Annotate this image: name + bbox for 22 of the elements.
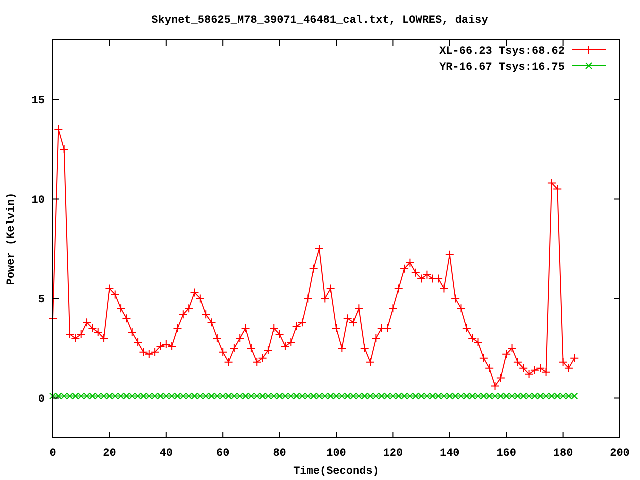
tick-label: 180 bbox=[553, 448, 574, 460]
tick-label: 20 bbox=[103, 448, 116, 460]
tick-label: 80 bbox=[273, 448, 286, 460]
tick-label: 0 bbox=[50, 448, 56, 460]
axis-label: Power (Kelvin) bbox=[6, 192, 18, 286]
tick-label: 0 bbox=[38, 394, 45, 406]
tick-label: 200 bbox=[610, 448, 630, 460]
tick-label: 10 bbox=[32, 195, 45, 208]
tick-label: 140 bbox=[440, 448, 460, 460]
tick-label: 160 bbox=[496, 448, 516, 460]
legend-label: YR-16.67 Tsys:16.75 bbox=[440, 62, 565, 74]
tick-label: 120 bbox=[383, 448, 404, 460]
tick-label: 5 bbox=[38, 294, 45, 307]
legend-line-sample bbox=[572, 46, 606, 54]
chart-title: Skynet_58625_M78_39071_46481_cal.txt, LOWRES, daisy bbox=[152, 15, 488, 27]
tick-label: 100 bbox=[326, 448, 346, 460]
legend-label: XL-66.23 Tsys:68.62 bbox=[440, 46, 565, 58]
tick-label: 15 bbox=[32, 96, 45, 108]
legend-line-sample bbox=[572, 62, 606, 70]
axis-label: Time(Seconds) bbox=[294, 466, 380, 478]
tick-label: 40 bbox=[160, 448, 173, 460]
tick-label: 60 bbox=[216, 448, 230, 460]
